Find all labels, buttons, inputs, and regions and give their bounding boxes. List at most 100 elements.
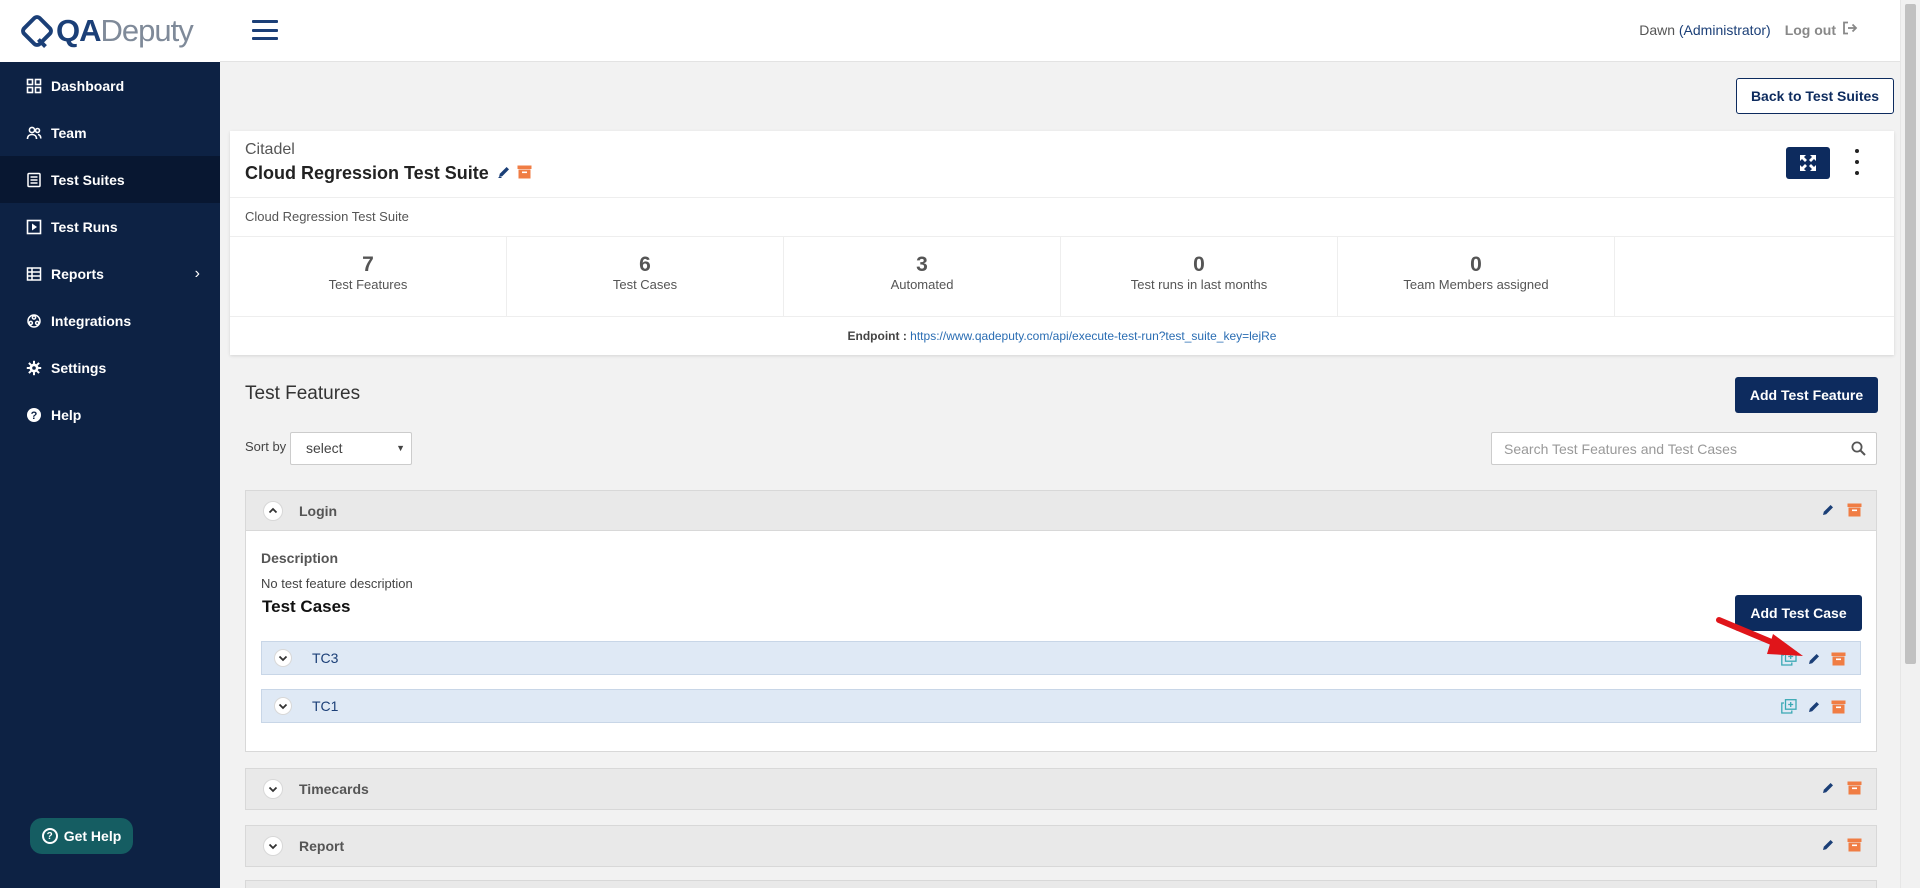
vertical-scrollbar[interactable] (1900, 0, 1920, 888)
test-suites-icon (26, 172, 42, 188)
sidebar-item-team[interactable]: Team (0, 109, 220, 156)
integrations-icon (26, 313, 42, 329)
logo[interactable]: QA Deputy (0, 0, 220, 62)
stat-test-runs-last-months: 0 Test runs in last months (1061, 237, 1338, 316)
stat-empty-cell (1615, 237, 1892, 316)
sidebar: QA Deputy Dashboard Team Test Suites Test… (0, 0, 220, 888)
edit-pencil-icon[interactable] (1807, 700, 1821, 714)
logo-mark-icon (18, 12, 56, 50)
feature-header[interactable]: Report (246, 826, 1876, 866)
sidebar-item-label: Team (51, 124, 87, 141)
suite-title-row: Cloud Regression Test Suite (245, 163, 532, 184)
archive-icon[interactable] (1831, 652, 1846, 666)
sidebar-item-integrations[interactable]: Integrations (0, 297, 220, 344)
sidebar-item-reports[interactable]: Reports › (0, 250, 220, 297)
caret-down-icon: ▼ (396, 443, 405, 453)
feature-group-report: Report (245, 825, 1877, 867)
feature-actions (1809, 781, 1862, 795)
archive-icon[interactable] (1831, 700, 1846, 714)
copy-icon[interactable] (1781, 699, 1797, 714)
back-to-test-suites-button[interactable]: Back to Test Suites (1736, 78, 1894, 114)
stat-test-cases: 6 Test Cases (507, 237, 784, 316)
feature-group-timecards: Timecards (245, 768, 1877, 810)
archive-icon[interactable] (1847, 503, 1862, 517)
search-box (1491, 432, 1877, 465)
add-test-feature-label: Add Test Feature (1749, 387, 1864, 403)
sidebar-nav: Dashboard Team Test Suites Test Runs Rep… (0, 62, 220, 438)
more-options-icon[interactable] (1854, 149, 1860, 175)
chevron-up-icon[interactable] (263, 500, 283, 521)
test-cases-title: Test Cases (262, 597, 351, 616)
endpoint-label: Endpoint : (847, 329, 907, 343)
feature-header[interactable]: Timecards (246, 769, 1876, 809)
chevron-down-icon[interactable] (274, 649, 292, 667)
test-features-title: Test Features (245, 383, 361, 404)
stat-label: Test Cases (612, 277, 678, 292)
menu-toggle-icon[interactable] (252, 20, 278, 40)
back-to-test-suites-label: Back to Test Suites (1750, 88, 1880, 104)
archive-icon[interactable] (1847, 781, 1862, 795)
sidebar-item-label: Integrations (51, 312, 132, 329)
edit-pencil-icon[interactable] (1821, 503, 1835, 517)
stat-value: 0 (1193, 253, 1205, 276)
get-help-label: Get Help (63, 828, 122, 844)
sidebar-item-settings[interactable]: Settings (0, 344, 220, 391)
stat-value: 3 (916, 253, 928, 276)
test-case-row-tc3[interactable]: TC3 (261, 641, 1861, 675)
stat-value: 0 (1470, 253, 1482, 276)
user-name: Dawn (1639, 21, 1675, 38)
suite-title: Cloud Regression Test Suite (245, 163, 489, 183)
test-case-row-tc1[interactable]: TC1 (261, 689, 1861, 723)
chevron-down-icon[interactable] (263, 836, 283, 856)
sidebar-item-help[interactable]: ? Help (0, 391, 220, 438)
archive-suite-icon[interactable] (517, 163, 532, 184)
feature-name: Timecards (299, 781, 369, 797)
logout-label: Log out (1784, 21, 1836, 38)
feature-name: Report (299, 838, 345, 854)
logo-text-light: Deputy (100, 13, 194, 48)
scrollbar-thumb[interactable] (1905, 4, 1916, 664)
add-test-feature-button[interactable]: Add Test Feature (1735, 377, 1878, 413)
logout-link[interactable]: Log out (1785, 21, 1858, 38)
edit-suite-pencil-icon[interactable] (497, 163, 511, 184)
get-help-button[interactable]: ? Get Help (30, 818, 133, 854)
stat-value: 6 (639, 253, 651, 276)
search-icon[interactable] (1851, 441, 1866, 459)
sidebar-item-test-suites[interactable]: Test Suites (0, 156, 220, 203)
svg-text:?: ? (31, 410, 38, 422)
question-icon: ? (41, 828, 58, 844)
logout-icon (1842, 21, 1858, 38)
sidebar-item-label: Dashboard (51, 77, 125, 94)
feature-group-next-partial (245, 880, 1877, 888)
test-case-name: TC3 (312, 650, 339, 666)
logo-text-bold: QA (56, 13, 101, 48)
help-icon: ? (26, 407, 42, 423)
gear-icon (26, 360, 42, 376)
search-input[interactable] (1504, 433, 1844, 464)
test-case-actions (1771, 699, 1846, 714)
suite-stats: 7 Test Features 6 Test Cases 3 Automated… (230, 237, 1894, 317)
sort-select[interactable]: select ▼ (290, 432, 412, 465)
edit-pencil-icon[interactable] (1821, 838, 1835, 852)
stat-label: Team Members assigned (1403, 277, 1549, 292)
stat-label: Test Features (328, 277, 408, 292)
chevron-down-icon[interactable] (263, 779, 283, 799)
sidebar-item-label: Test Suites (51, 171, 125, 188)
chevron-down-icon[interactable] (274, 697, 292, 715)
archive-icon[interactable] (1847, 838, 1862, 852)
reports-icon (26, 266, 42, 282)
team-icon (26, 125, 42, 141)
feature-header[interactable]: Login (246, 491, 1876, 531)
feature-group-login: Login Description No test feature descri… (245, 490, 1877, 752)
top-bar: Dawn (Administrator) Log out (220, 0, 1900, 62)
stat-label: Automated (890, 277, 954, 292)
edit-pencil-icon[interactable] (1807, 652, 1821, 666)
edit-pencil-icon[interactable] (1821, 781, 1835, 795)
sidebar-item-test-runs[interactable]: Test Runs (0, 203, 220, 250)
fullscreen-toggle-button[interactable] (1786, 147, 1830, 179)
sidebar-item-dashboard[interactable]: Dashboard (0, 62, 220, 109)
endpoint-link[interactable]: https://www.qadeputy.com/api/execute-tes… (910, 329, 1276, 343)
sort-by-label: Sort by (245, 439, 287, 454)
test-case-name: TC1 (312, 698, 339, 714)
sidebar-item-label: Help (51, 406, 82, 423)
